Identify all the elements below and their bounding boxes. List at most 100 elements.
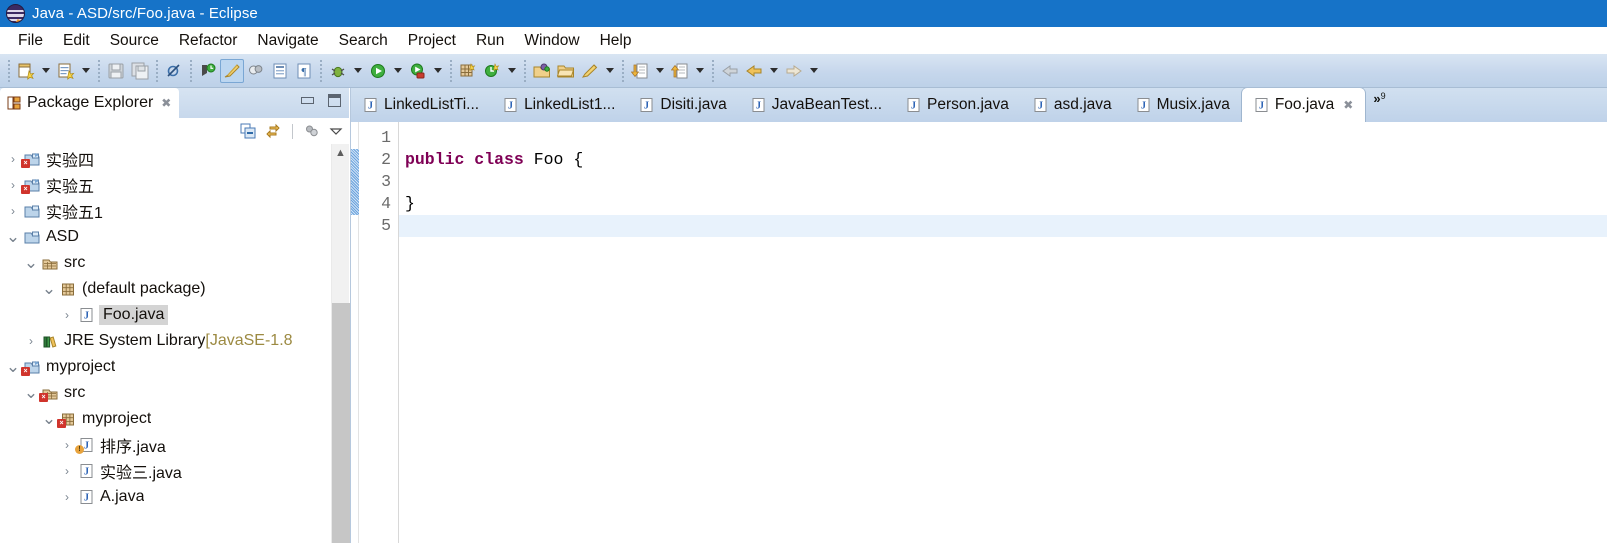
- chevron-down-icon[interactable]: [806, 59, 822, 83]
- chevron-right-icon[interactable]: ›: [58, 464, 76, 478]
- chevron-right-icon[interactable]: ›: [58, 490, 76, 504]
- chevron-down-icon[interactable]: ⌄: [4, 358, 22, 375]
- editor-tab[interactable]: J LinkedList1...: [491, 88, 627, 122]
- open-task-button[interactable]: [530, 59, 554, 83]
- backward-history-button[interactable]: [742, 59, 766, 83]
- chevron-down-icon[interactable]: [78, 59, 94, 83]
- edit-task-button[interactable]: [578, 59, 602, 83]
- menu-item-project[interactable]: Project: [398, 30, 466, 52]
- code-text-area[interactable]: public class Foo {}: [399, 122, 1607, 543]
- next-annotation-button[interactable]: [668, 59, 692, 83]
- menu-item-refactor[interactable]: Refactor: [169, 30, 248, 52]
- explorer-scrollbar[interactable]: ▲: [331, 144, 350, 543]
- chevron-right-icon[interactable]: ›: [22, 334, 40, 348]
- close-icon[interactable]: ✖: [161, 96, 171, 110]
- editor-tab[interactable]: J Musix.java: [1124, 88, 1242, 122]
- save-all-button[interactable]: [128, 59, 152, 83]
- java-perspective-button[interactable]: [244, 59, 268, 83]
- open-folder-button[interactable]: [554, 59, 578, 83]
- chevron-down-icon[interactable]: ⌄: [40, 280, 58, 297]
- open-folder-icon[interactable]: [557, 62, 575, 80]
- edit-task-icon[interactable]: [581, 62, 599, 80]
- menu-item-window[interactable]: Window: [514, 30, 589, 52]
- chevron-down-icon[interactable]: [766, 59, 782, 83]
- editor-tab[interactable]: J Disiti.java: [627, 88, 738, 122]
- package-explorer-tab[interactable]: Package Explorer ✖: [0, 88, 180, 118]
- chevron-right-icon[interactable]: ›: [4, 152, 22, 166]
- tree-item[interactable]: › JRE System Library [JavaSE-1.8: [0, 328, 331, 354]
- chevron-down-icon[interactable]: [652, 59, 668, 83]
- toggle-breakpoint-skip-button[interactable]: [162, 59, 186, 83]
- menu-item-help[interactable]: Help: [590, 30, 642, 52]
- tree-item[interactable]: › J 实验三.java: [0, 458, 331, 484]
- run-external-tools-button[interactable]: [406, 59, 430, 83]
- run-button[interactable]: [366, 59, 390, 83]
- run-external-tools-icon[interactable]: [409, 62, 427, 80]
- chevron-down-icon[interactable]: [430, 59, 446, 83]
- tab-overflow-button[interactable]: » 9: [1365, 88, 1393, 122]
- chevron-down-icon[interactable]: ⌄: [4, 228, 22, 245]
- new-package-button[interactable]: [480, 59, 504, 83]
- project-tree[interactable]: › × 实验四 › × 实验五 › 实验五1 ⌄ ASD ⌄ src ⌄ (default package…: [0, 144, 331, 543]
- tree-item[interactable]: ⌄ ASD: [0, 224, 331, 250]
- open-type-button[interactable]: [268, 59, 292, 83]
- build-all-icon[interactable]: [223, 62, 241, 80]
- new-package-icon[interactable]: [483, 62, 501, 80]
- previous-annotation-button[interactable]: [628, 59, 652, 83]
- run-icon[interactable]: [369, 62, 387, 80]
- forward-history-icon[interactable]: [785, 62, 803, 80]
- refresh-external-button[interactable]: [196, 59, 220, 83]
- debug-icon[interactable]: [329, 62, 347, 80]
- open-type-icon[interactable]: [271, 62, 289, 80]
- chevron-down-icon[interactable]: [602, 59, 618, 83]
- code-editor[interactable]: 1 2 3 4 5 public class Foo {}: [351, 122, 1607, 543]
- view-menu-icon[interactable]: [329, 124, 343, 138]
- build-all-button[interactable]: [220, 58, 244, 83]
- tree-item[interactable]: › J! 排序.java: [0, 432, 331, 458]
- editor-tab[interactable]: J Person.java: [894, 88, 1021, 122]
- backward-history-icon[interactable]: [745, 62, 763, 80]
- chevron-right-icon[interactable]: ›: [58, 438, 76, 452]
- show-whitespace-button[interactable]: ¶: [292, 59, 316, 83]
- editor-tab[interactable]: J JavaBeanTest...: [739, 88, 894, 122]
- tree-item[interactable]: › J A.java: [0, 484, 331, 510]
- toggle-breakpoint-skip-icon[interactable]: [165, 62, 183, 80]
- menu-item-search[interactable]: Search: [329, 30, 398, 52]
- menu-item-file[interactable]: File: [8, 30, 53, 52]
- menu-item-navigate[interactable]: Navigate: [247, 30, 328, 52]
- chevron-down-icon[interactable]: ⌄: [22, 254, 40, 271]
- new-wizard-icon[interactable]: [17, 62, 35, 80]
- chevron-down-icon[interactable]: ⌄: [22, 384, 40, 401]
- chevron-down-icon[interactable]: [504, 59, 520, 83]
- chevron-down-icon[interactable]: [692, 59, 708, 83]
- tree-item[interactable]: ⌄ × src: [0, 380, 331, 406]
- tree-item[interactable]: ⌄ src: [0, 250, 331, 276]
- new-java-project-button[interactable]: [456, 59, 480, 83]
- editor-tab[interactable]: J LinkedListTi...: [351, 88, 491, 122]
- chevron-down-icon[interactable]: [38, 59, 54, 83]
- tree-item[interactable]: › × 实验四: [0, 146, 331, 172]
- close-icon[interactable]: ✖: [1343, 98, 1353, 112]
- menu-item-run[interactable]: Run: [466, 30, 514, 52]
- open-task-icon[interactable]: [533, 62, 551, 80]
- maximize-icon[interactable]: [328, 94, 341, 107]
- tree-item[interactable]: › J Foo.java: [0, 302, 331, 328]
- link-with-editor-icon[interactable]: [265, 123, 281, 139]
- next-annotation-icon[interactable]: [671, 62, 689, 80]
- new-java-project-icon[interactable]: [459, 62, 477, 80]
- scrollbar-thumb[interactable]: [332, 303, 350, 543]
- focus-on-active-task-icon[interactable]: [304, 123, 320, 139]
- collapse-all-icon[interactable]: [240, 123, 256, 139]
- new-java-class-button[interactable]: [54, 59, 78, 83]
- show-whitespace-icon[interactable]: ¶: [295, 62, 313, 80]
- chevron-down-icon[interactable]: [350, 59, 366, 83]
- tree-item[interactable]: ⌄ × myproject: [0, 406, 331, 432]
- tree-item[interactable]: ⌄ (default package): [0, 276, 331, 302]
- java-perspective-icon[interactable]: [247, 62, 265, 80]
- chevron-right-icon[interactable]: ›: [58, 308, 76, 322]
- menu-item-edit[interactable]: Edit: [53, 30, 100, 52]
- scroll-up-icon[interactable]: ▲: [332, 144, 349, 162]
- debug-button[interactable]: [326, 59, 350, 83]
- editor-tab[interactable]: J Foo.java ✖: [1241, 88, 1366, 122]
- tree-item[interactable]: › 实验五1: [0, 198, 331, 224]
